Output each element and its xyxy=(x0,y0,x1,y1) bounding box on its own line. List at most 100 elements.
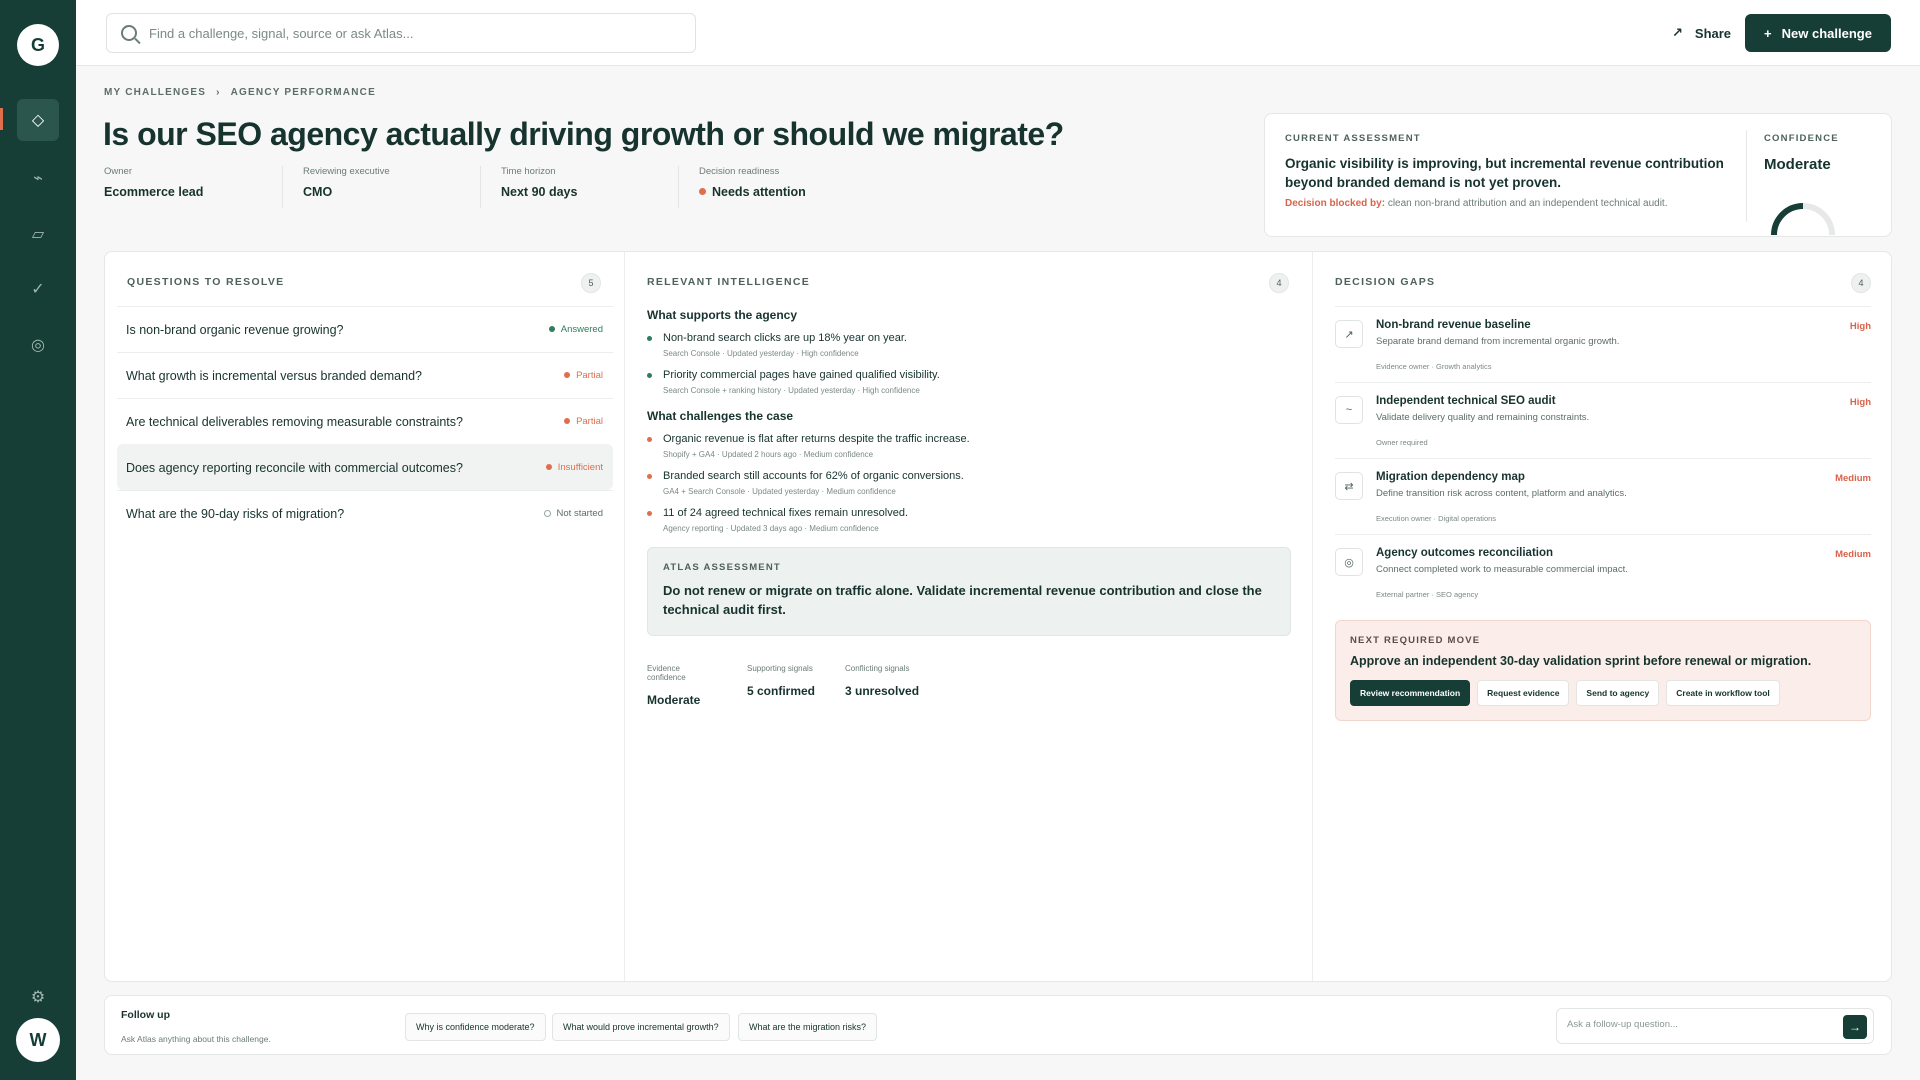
search-box[interactable] xyxy=(106,13,696,53)
send-button[interactable]: → xyxy=(1843,1015,1867,1039)
check-icon: ✓ xyxy=(31,281,45,298)
meta-value: Next 90 days xyxy=(501,185,578,199)
follow-up-title: Follow up xyxy=(121,1009,170,1021)
sidebar-item-decisions[interactable]: ✓ xyxy=(17,268,59,310)
assessment-label: CURRENT ASSESSMENT xyxy=(1285,133,1421,144)
request-evidence-button[interactable]: Request evidence xyxy=(1477,680,1570,706)
current-assessment-card: CURRENT ASSESSMENT Organic visibility is… xyxy=(1264,113,1892,237)
gap-severity: Medium xyxy=(1835,549,1871,560)
atlas-assessment-text: Do not renew or migrate on traffic alone… xyxy=(663,583,1262,617)
intelligence-title: RELEVANT INTELLIGENCE xyxy=(647,276,811,288)
search-input[interactable] xyxy=(149,25,689,41)
suggestion-chip[interactable]: What would prove incremental growth? xyxy=(552,1013,730,1041)
atlas-assessment-label: ATLAS ASSESSMENT xyxy=(663,562,781,573)
intelligence-count-badge: 4 xyxy=(1269,273,1289,293)
follow-up-input[interactable] xyxy=(1567,1019,1827,1030)
assessment-main: CURRENT ASSESSMENT Organic visibility is… xyxy=(1285,133,1735,209)
evidence-meta: GA4 + Search Console · Updated yesterday… xyxy=(663,487,896,496)
evidence-item[interactable]: Branded search still accounts for 62% of… xyxy=(647,470,1291,496)
question-status: Partial xyxy=(564,416,603,427)
next-move-label: NEXT REQUIRED MOVE xyxy=(1350,635,1481,646)
gap-title: Non-brand revenue baseline xyxy=(1376,319,1531,331)
breadcrumb-my-challenges[interactable]: MY CHALLENGES xyxy=(104,87,206,98)
question-text: Are technical deliverables removing meas… xyxy=(126,414,463,429)
gap-meta: Evidence owner · Growth analytics xyxy=(1376,362,1492,371)
question-text: What are the 90-day risks of migration? xyxy=(126,506,345,521)
plus-icon: + xyxy=(1764,25,1772,41)
decision-gap-row[interactable]: ↗ Non-brand revenue baseline Separate bran… xyxy=(1335,306,1871,382)
gaps-count-badge: 4 xyxy=(1851,273,1871,293)
status-text: Partial xyxy=(576,370,603,381)
sidebar-item-sources[interactable]: ▱ xyxy=(17,213,59,255)
gap-meta: Owner required xyxy=(1376,438,1428,447)
next-move-text: Approve an independent 30-day validation… xyxy=(1350,654,1812,668)
follow-up-input-box[interactable]: → xyxy=(1556,1008,1874,1044)
stat-label: Conflicting signals xyxy=(845,664,910,673)
status-dot xyxy=(564,371,571,378)
bullet-dot xyxy=(647,511,652,516)
supports-heading: What supports the agency xyxy=(647,308,798,322)
sidebar-item-settings[interactable]: ⚙ xyxy=(17,976,59,1018)
suggestion-chip[interactable]: Why is confidence moderate? xyxy=(405,1013,546,1041)
question-row[interactable]: Does agency reporting reconcile with com… xyxy=(117,444,613,490)
create-in-workflow-button[interactable]: Create in workflow tool xyxy=(1666,680,1780,706)
breadcrumb-separator: › xyxy=(216,87,221,98)
next-move-actions: Review recommendation Request evidence S… xyxy=(1350,680,1856,706)
decision-blocked: Decision blocked by: clean non-brand att… xyxy=(1285,198,1735,209)
app-logo[interactable]: G xyxy=(17,24,59,66)
decision-gap-row[interactable]: ~ Independent technical SEO audit Validate… xyxy=(1335,382,1871,458)
question-status: Not started xyxy=(543,508,603,519)
stat-label: Evidence confidence xyxy=(647,664,686,682)
evidence-item[interactable]: Non-brand search clicks are up 18% year … xyxy=(647,332,1291,358)
question-row[interactable]: Are technical deliverables removing meas… xyxy=(117,398,613,444)
share-label: Share xyxy=(1694,25,1732,41)
challenges-list: Organic revenue is flat after returns de… xyxy=(647,433,1291,533)
bullet-dot xyxy=(647,373,652,378)
questions-title: QUESTIONS TO RESOLVE xyxy=(127,276,285,288)
evidence-item[interactable]: Organic revenue is flat after returns de… xyxy=(647,433,1291,459)
status-text: Partial xyxy=(576,416,603,427)
evidence-item[interactable]: 11 of 24 agreed technical fixes remain u… xyxy=(647,507,1291,533)
question-status: Partial xyxy=(564,370,603,381)
evidence-meta: Search Console · Updated yesterday · Hig… xyxy=(663,349,859,358)
challenges-heading: What challenges the case xyxy=(647,409,794,423)
decision-gap-row[interactable]: ◎ Agency outcomes reconciliation Connect c… xyxy=(1335,534,1871,610)
active-nav-marker xyxy=(0,108,3,130)
sidebar-item-signals[interactable]: ⌁ xyxy=(17,157,59,199)
decision-gap-row[interactable]: ⇄ Migration dependency map Define transiti… xyxy=(1335,458,1871,534)
share-button[interactable]: ↗ Share xyxy=(1660,16,1743,50)
gaps-body: ↗ Non-brand revenue baseline Separate bran… xyxy=(1335,306,1871,721)
send-to-agency-button[interactable]: Send to agency xyxy=(1576,680,1660,706)
question-row[interactable]: Is non-brand organic revenue growing? Ans… xyxy=(117,306,613,352)
confidence-label: CONFIDENCE xyxy=(1764,133,1839,144)
evidence-meta: Shopify + GA4 · Updated 2 hours ago · Me… xyxy=(663,450,874,459)
evidence-stats: Evidence confidence Moderate Supporting … xyxy=(647,664,1291,707)
evidence-meta: Search Console + ranking history · Updat… xyxy=(663,386,920,395)
breadcrumb: MY CHALLENGES › AGENCY PERFORMANCE xyxy=(104,87,376,98)
evidence-text: Priority commercial pages have gained qu… xyxy=(663,369,940,381)
stat-conflicting-signals: Conflicting signals 3 unresolved xyxy=(845,664,919,707)
bullet-dot xyxy=(647,437,652,442)
supports-list: Non-brand search clicks are up 18% year … xyxy=(647,332,1291,395)
avatar[interactable]: W xyxy=(16,1018,60,1062)
review-recommendation-button[interactable]: Review recommendation xyxy=(1350,680,1471,706)
sidebar-item-goals[interactable]: ◎ xyxy=(17,324,59,366)
status-text: Insufficient xyxy=(557,462,603,473)
meta-label: Reviewing executive xyxy=(303,166,390,177)
intelligence-column: RELEVANT INTELLIGENCE 4 What supports th… xyxy=(625,252,1313,981)
new-challenge-button[interactable]: + New challenge xyxy=(1745,14,1891,52)
gap-description: Connect completed work to measurable com… xyxy=(1376,564,1628,575)
gauge-fill xyxy=(1771,203,1804,236)
suggestion-chip[interactable]: What are the migration risks? xyxy=(738,1013,878,1041)
question-row[interactable]: What are the 90-day risks of migration? N… xyxy=(117,490,613,536)
evidence-item[interactable]: Priority commercial pages have gained qu… xyxy=(647,369,1291,395)
gap-title: Independent technical SEO audit xyxy=(1376,395,1556,407)
question-row[interactable]: What growth is incremental versus brande… xyxy=(117,352,613,398)
stat-value: 3 unresolved xyxy=(845,684,920,698)
top-bar: ↗ Share + New challenge xyxy=(76,0,1920,66)
meta-value: Ecommerce lead xyxy=(104,185,204,199)
folder-icon: ▱ xyxy=(31,226,45,243)
sidebar-item-challenges[interactable]: ◇ xyxy=(17,99,59,141)
confidence-value: Moderate xyxy=(1764,156,1831,173)
question-text: Does agency reporting reconcile with com… xyxy=(126,460,463,475)
